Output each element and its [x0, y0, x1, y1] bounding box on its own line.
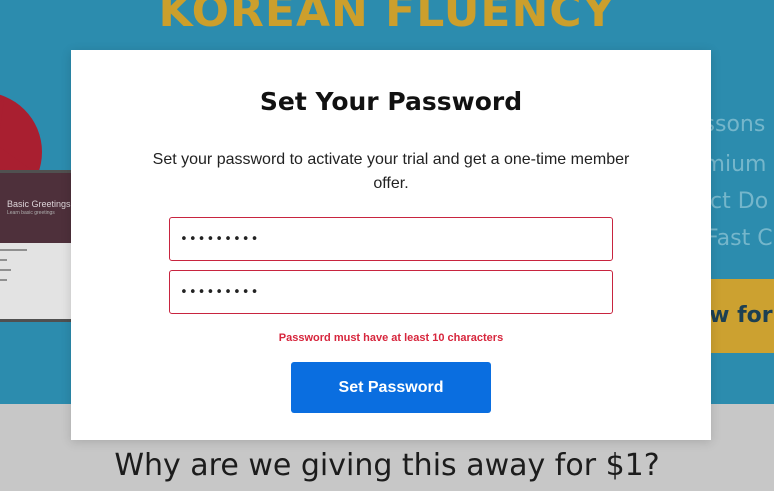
modal-title: Set Your Password: [259, 87, 523, 116]
modal-description: Set your password to activate your trial…: [152, 151, 630, 192]
set-password-modal: Set Your Password Set your password to a…: [71, 50, 711, 440]
confirm-password-input[interactable]: [169, 270, 613, 314]
password-input[interactable]: [169, 217, 613, 261]
password-error-message: Password must have at least 10 character…: [278, 332, 504, 344]
set-password-button[interactable]: Set Password: [291, 362, 491, 413]
